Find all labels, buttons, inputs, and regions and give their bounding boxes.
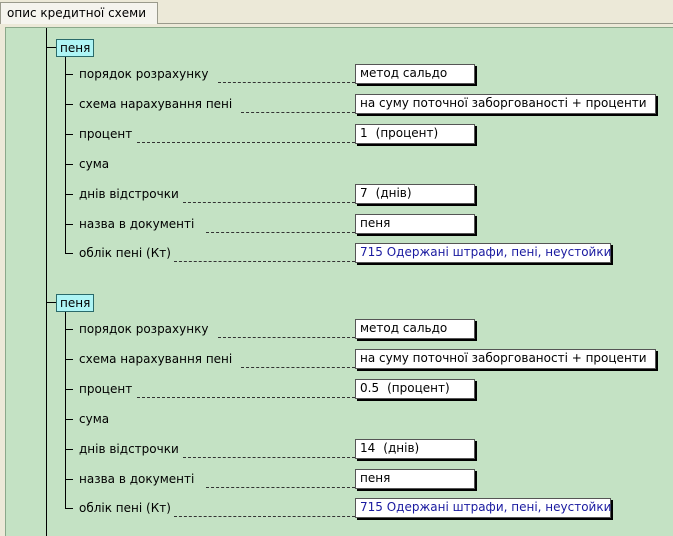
row-value-calc-order[interactable]: метод сальдо	[355, 319, 475, 339]
row-connector	[65, 224, 73, 225]
tab-bar-divider	[157, 23, 673, 24]
row-connector	[65, 359, 73, 360]
row-label-calc-order: порядок розрахунку	[79, 322, 209, 336]
tab-bar: опис кредитної схеми	[0, 0, 673, 26]
deferral-days-value: 7	[360, 186, 368, 200]
row-label-penalty-account: облік пені (Кт)	[79, 246, 171, 260]
row-label-deferral-days: днів відстрочки	[79, 187, 179, 201]
row-connector	[65, 164, 73, 165]
row-value-accrual-scheme[interactable]: на суму поточної заборгованості + процен…	[355, 349, 656, 369]
group-connector	[46, 47, 56, 48]
row-leader	[137, 397, 355, 398]
row-leader	[206, 487, 355, 488]
row-label-deferral-days: днів відстрочки	[79, 442, 179, 456]
row-value-deferral-days[interactable]: 7 (днів)	[355, 184, 475, 204]
row-leader	[174, 261, 355, 262]
row-leader	[174, 516, 355, 517]
row-value-percent[interactable]: 1 (процент)	[355, 124, 475, 144]
percent-value: 1	[360, 126, 368, 140]
row-label-document-name: назва в документі	[79, 217, 195, 231]
row-connector	[65, 508, 73, 509]
row-label-accrual-scheme: схема нарахування пені	[79, 97, 233, 111]
row-leader	[218, 82, 355, 83]
group-connector	[46, 302, 56, 303]
percent-unit: (процент)	[375, 126, 439, 140]
row-connector	[65, 389, 73, 390]
percent-unit: (процент)	[387, 381, 450, 395]
group-node-penalty[interactable]: пеня	[56, 294, 95, 312]
tab-credit-scheme-description[interactable]: опис кредитної схеми	[0, 2, 158, 24]
row-leader	[137, 142, 355, 143]
row-connector	[65, 194, 73, 195]
row-label-penalty-account: облік пені (Кт)	[79, 501, 171, 515]
row-leader	[218, 337, 355, 338]
row-label-sum: сума	[79, 157, 110, 171]
row-leader	[241, 112, 355, 113]
row-value-accrual-scheme[interactable]: на суму поточної заборгованості + процен…	[355, 94, 656, 114]
row-label-percent: процент	[79, 382, 133, 396]
percent-value: 0.5	[360, 381, 380, 395]
row-connector	[65, 134, 73, 135]
row-connector	[65, 449, 73, 450]
row-value-calc-order[interactable]: метод сальдо	[355, 64, 475, 84]
deferral-days-unit: (днів)	[375, 186, 412, 200]
deferral-days-unit: (днів)	[383, 441, 420, 455]
row-connector	[65, 419, 73, 420]
row-leader	[241, 367, 355, 368]
row-connector	[65, 74, 73, 75]
row-value-deferral-days[interactable]: 14 (днів)	[355, 439, 475, 459]
scheme-tree-panel: пеня порядок розрахунку метод сальдо схе…	[5, 27, 673, 536]
row-label-sum: сума	[79, 412, 110, 426]
row-label-percent: процент	[79, 127, 133, 141]
row-leader	[183, 457, 355, 458]
deferral-days-value: 14	[360, 441, 376, 455]
row-connector	[65, 104, 73, 105]
row-value-percent[interactable]: 0.5 (процент)	[355, 379, 475, 399]
group-node-penalty[interactable]: пеня	[56, 39, 95, 57]
row-connector	[65, 329, 73, 330]
row-label-calc-order: порядок розрахунку	[79, 67, 209, 81]
row-value-penalty-account[interactable]: 715 Одержані штрафи, пені, неустойки	[355, 243, 611, 263]
row-leader	[183, 202, 355, 203]
row-connector	[65, 253, 73, 254]
row-leader	[206, 232, 355, 233]
row-label-accrual-scheme: схема нарахування пені	[79, 352, 233, 366]
row-value-document-name[interactable]: пеня	[355, 214, 475, 234]
tree-trunk-line	[46, 28, 47, 536]
row-connector	[65, 479, 73, 480]
row-label-document-name: назва в документі	[79, 472, 195, 486]
row-value-penalty-account[interactable]: 715 Одержані штрафи, пені, неустойки	[355, 498, 611, 518]
row-value-document-name[interactable]: пеня	[355, 469, 475, 489]
